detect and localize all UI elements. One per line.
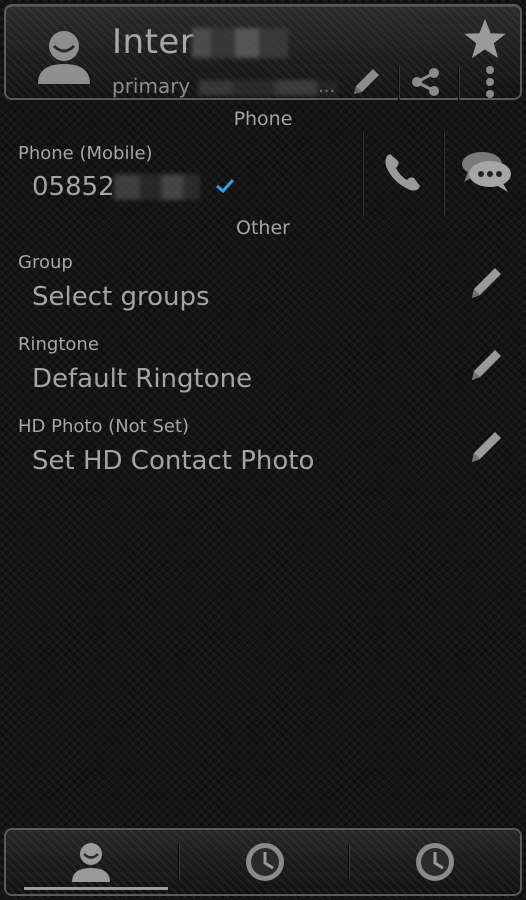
section-title-other: Other — [236, 217, 290, 239]
clock-icon — [246, 843, 284, 881]
pencil-icon[interactable] — [346, 62, 386, 102]
hd-photo-label: HD Photo (Not Set) — [18, 416, 190, 437]
subtitle-prefix: primary — [112, 74, 191, 98]
contact-header: Inter primary ... — [4, 4, 522, 100]
avatar[interactable] — [32, 24, 96, 88]
person-icon — [72, 843, 110, 882]
checkmark-icon — [216, 178, 235, 194]
active-tab-indicator — [24, 887, 168, 890]
contact-subtitle: primary — [112, 74, 190, 98]
clock-icon — [416, 843, 454, 881]
redacted-subtitle — [198, 80, 338, 96]
overflow-menu-icon[interactable] — [470, 62, 510, 102]
chat-bubble-icon[interactable] — [458, 148, 514, 196]
action-divider — [443, 132, 445, 216]
bottom-tab-bar — [4, 828, 522, 896]
edit-hd-photo-pencil-icon[interactable] — [464, 424, 508, 468]
phone-icon[interactable] — [380, 148, 426, 196]
tab-recent-calls[interactable] — [350, 830, 522, 894]
action-divider — [362, 132, 364, 216]
redacted-name — [192, 28, 288, 58]
contact-details-screen: Inter primary ... Phone Phone (Mobile) 0… — [0, 0, 526, 900]
ringtone-label: Ringtone — [18, 334, 99, 355]
edit-group-pencil-icon[interactable] — [464, 260, 508, 304]
header-divider — [458, 66, 460, 100]
tab-contact[interactable] — [6, 830, 178, 894]
subtitle-suffix: ... — [318, 76, 336, 97]
redacted-phone-digits — [114, 174, 200, 200]
group-label: Group — [18, 252, 73, 273]
phone-number[interactable]: 05852 — [32, 172, 115, 202]
star-icon[interactable] — [462, 16, 508, 62]
contact-name: Inter — [112, 22, 195, 62]
ringtone-value[interactable]: Default Ringtone — [32, 364, 252, 394]
group-value[interactable]: Select groups — [32, 282, 210, 312]
edit-ringtone-pencil-icon[interactable] — [464, 342, 508, 386]
header-divider — [398, 66, 400, 100]
hd-photo-value[interactable]: Set HD Contact Photo — [32, 446, 314, 476]
tab-history[interactable] — [180, 830, 352, 894]
section-title-phone: Phone — [233, 108, 293, 130]
share-icon[interactable] — [406, 62, 446, 102]
phone-type-label: Phone (Mobile) — [18, 143, 153, 164]
